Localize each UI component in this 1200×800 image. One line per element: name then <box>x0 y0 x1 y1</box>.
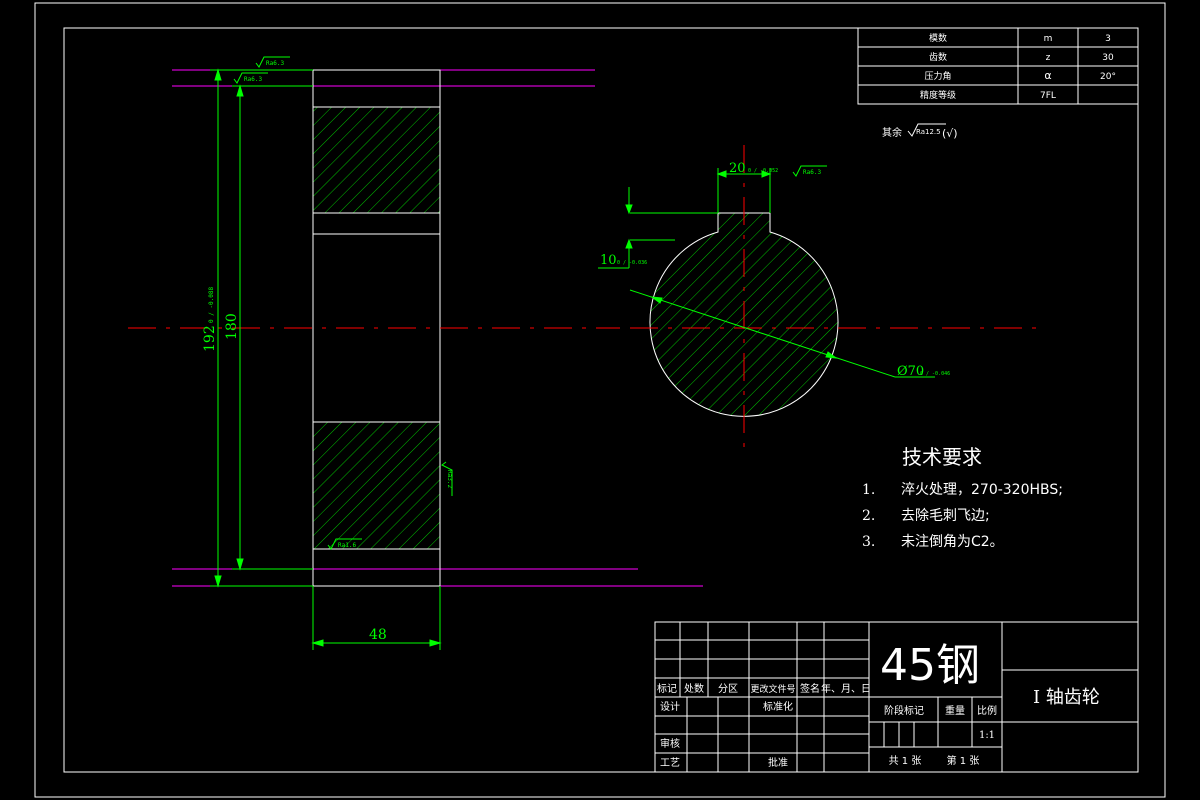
param-value-0: 3 <box>1105 34 1111 44</box>
roughness-top-1: Ra6.3 <box>255 56 290 68</box>
standard-label: 标准化 <box>763 700 793 713</box>
col-label-2: 分区 <box>718 683 738 695</box>
tech-req-num-1: 1. <box>862 482 875 498</box>
review-label: 审核 <box>660 737 680 750</box>
dim-outer-tol: 0 / -0.088 <box>208 286 215 323</box>
col-label-4: 签名 <box>800 682 820 695</box>
material-label: 45钢 <box>880 640 980 691</box>
total-sheets: 共 1 张 <box>889 755 922 767</box>
roughness-top-2: Ra6.3 <box>233 72 268 84</box>
hatch-lower <box>312 421 441 550</box>
svg-text:Ra12.5: Ra12.5 <box>916 128 941 136</box>
dim-key-depth: 10 <box>600 253 617 268</box>
part-name: I 轴齿轮 <box>1033 687 1100 708</box>
process-label: 工艺 <box>660 757 680 769</box>
param-symbol-1: z <box>1046 53 1051 63</box>
param-symbol-2: α <box>1044 69 1051 82</box>
col-label-5: 年、月、日 <box>821 682 871 695</box>
dim-root-diameter: 180 <box>224 313 240 340</box>
bore-section-view <box>630 145 1040 450</box>
gear-params-table: 模数 m 3 齿数 z 30 压力角 α 20° 精度等级 7FL <box>857 27 1139 105</box>
tech-requirements: 技术要求 1. 淬火处理，270-320HBS; 2. 去除毛刺飞边; 3. 未… <box>862 445 1063 550</box>
hatch-upper <box>312 106 441 214</box>
param-label-3: 精度等级 <box>920 89 956 101</box>
svg-text:其余: 其余 <box>882 126 902 139</box>
svg-text:Ra3.2: Ra3.2 <box>446 470 453 488</box>
dim-key-depth-tol: 0 / -0.036 <box>617 260 647 266</box>
sheet-number: 第 1 张 <box>947 754 980 767</box>
dim-outer-diameter: 192 <box>202 325 218 352</box>
design-label: 设计 <box>660 700 680 713</box>
stage-mark-label: 阶段标记 <box>884 704 924 717</box>
svg-text:Ra6.3: Ra6.3 <box>803 169 821 176</box>
scale-label: 比例 <box>977 704 997 717</box>
roughness-side: Ra3.2 <box>441 461 453 496</box>
tech-req-title: 技术要求 <box>902 445 982 469</box>
param-value-1: 30 <box>1102 53 1114 63</box>
approve-label: 批准 <box>768 756 788 769</box>
dim-width: 48 <box>369 627 387 643</box>
svg-text:(√): (√) <box>942 127 958 140</box>
tech-req-num-2: 2. <box>862 508 875 524</box>
col-label-0: 标记 <box>657 683 677 695</box>
dim-key-width: 20 <box>729 161 746 176</box>
weight-label: 重量 <box>945 704 965 717</box>
param-value-2: 20° <box>1100 72 1116 82</box>
col-label-1: 处数 <box>684 682 704 695</box>
param-label-2: 压力角 <box>924 70 951 82</box>
dim-bore-tol: 0 / -0.046 <box>920 371 950 377</box>
drawing-canvas: 模数 m 3 齿数 z 30 压力角 α 20° 精度等级 7FL 其余 Ra1… <box>34 2 1166 798</box>
sheet-border <box>34 2 1166 798</box>
svg-text:Ra1.6: Ra1.6 <box>338 542 356 549</box>
param-symbol-3: 7FL <box>1040 91 1056 101</box>
param-label-1: 齿数 <box>929 51 947 63</box>
roughness-keyway: Ra6.3 <box>792 165 827 177</box>
col-label-3: 更改文件号 <box>750 683 795 695</box>
roughness-other-note: 其余 Ra12.5 (√) <box>882 123 958 140</box>
tech-req-num-3: 3. <box>862 534 875 550</box>
dim-key-width-tol: 0 / -0.052 <box>748 168 778 174</box>
param-symbol-0: m <box>1044 34 1053 44</box>
tech-req-text-2: 去除毛刺飞边; <box>901 508 990 524</box>
svg-text:Ra6.3: Ra6.3 <box>266 60 284 67</box>
param-label-0: 模数 <box>929 32 947 44</box>
svg-text:Ra6.3: Ra6.3 <box>244 76 262 83</box>
tech-req-text-3: 未注倒角为C2。 <box>901 534 1004 550</box>
scale-value: 1:1 <box>979 730 995 741</box>
tech-req-text-1: 淬火处理，270-320HBS; <box>901 482 1063 498</box>
